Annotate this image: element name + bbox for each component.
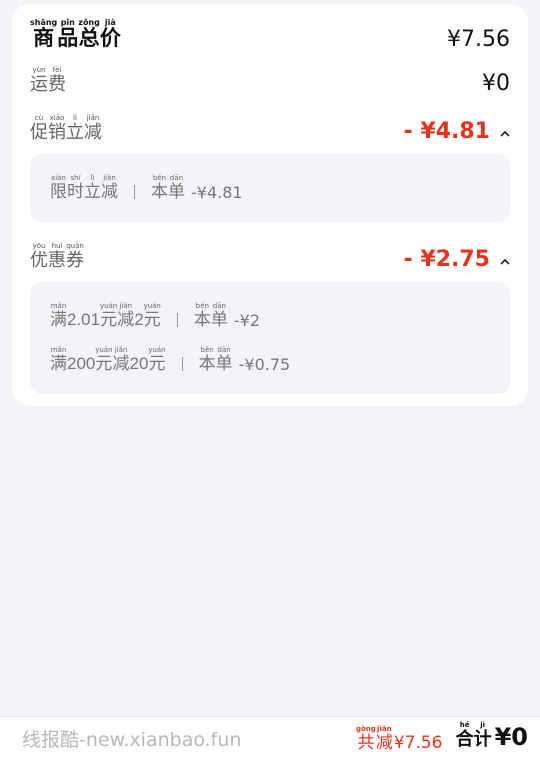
divider [134, 185, 135, 199]
coupon-detail-box: 满mǎn2.01元yuán减jiǎn2元yuán 本běn单dān -¥2 满m… [30, 282, 510, 394]
shipping-row: 运yùn费fèi ¥0 [30, 66, 510, 96]
chevron-up-icon[interactable] [500, 257, 510, 267]
coupon-value: - ¥2.75 [403, 247, 490, 272]
coupon-label: 优yōu惠huì券quàn [30, 242, 84, 270]
chevron-up-icon[interactable] [500, 129, 510, 139]
total-discount: 共gòng减jiǎn ¥7.56 [356, 725, 443, 753]
coupon-detail-scope: 本běn单dān [198, 346, 233, 373]
promo-value-group[interactable]: - ¥4.81 [404, 119, 510, 144]
goods-total-value: ¥7.56 [447, 27, 510, 52]
coupon-detail-name: 满mǎn200元yuán减jiǎn20元yuán [50, 346, 166, 373]
checkout-footer: 线报酷-new.xianbao.fun 共gòng减jiǎn ¥7.56 合hé… [0, 716, 540, 768]
order-total-label: 合hé计jì [455, 721, 492, 749]
promo-detail-scope: 本běn单dān [151, 174, 185, 201]
watermark-text: 线报酷-new.xianbao.fun [22, 729, 242, 751]
coupon-detail-amount: -¥0.75 [238, 355, 291, 374]
coupon-detail-scope: 本běn单dān [193, 302, 228, 329]
divider [176, 313, 178, 327]
shipping-label: 运yùn费fèi [30, 66, 66, 94]
promo-detail-line: 限xiàn时shí立lì减jiǎn 本běn单dān -¥4.81 [50, 174, 243, 202]
order-total: 合hé计jì ¥0 [456, 721, 528, 751]
promo-value: - ¥4.81 [403, 119, 490, 144]
coupon-detail-line: 满mǎn200元yuán减jiǎn20元yuán 本běn单dān -¥0.75 [50, 346, 290, 374]
total-row: 商shāng品pǐn总zǒng价jià ¥7.56 [30, 18, 510, 52]
discount-label: 共gòng减jiǎn [356, 725, 393, 752]
promo-detail-name: 限xiàn时shí立lì减jiǎn [50, 174, 118, 201]
order-total-value: ¥0 [494, 723, 528, 751]
promo-detail-amount: -¥4.81 [191, 183, 243, 202]
discount-value: ¥7.56 [393, 733, 443, 753]
price-summary-card: 商shāng品pǐn总zǒng价jià ¥7.56 运yùn费fèi ¥0 促c… [12, 4, 528, 406]
coupon-detail-amount: -¥2 [233, 311, 261, 330]
shipping-value: ¥0 [482, 71, 510, 96]
coupon-row[interactable]: 优yōu惠huì券quàn - ¥2.75 [30, 242, 510, 272]
coupon-detail-name: 满mǎn2.01元yuán减jiǎn2元yuán [50, 302, 161, 329]
divider [181, 357, 183, 371]
coupon-value-group[interactable]: - ¥2.75 [404, 247, 510, 272]
promo-row[interactable]: 促cù销xiāo立lì减jiǎn - ¥4.81 [30, 114, 510, 144]
promo-label: 促cù销xiāo立lì减jiǎn [30, 114, 102, 142]
promo-detail-box: 限xiàn时shí立lì减jiǎn 本běn单dān -¥4.81 [30, 154, 510, 222]
coupon-detail-line: 满mǎn2.01元yuán减jiǎn2元yuán 本běn单dān -¥2 [50, 302, 260, 330]
goods-total-label: 商shāng品pǐn总zǒng价jià [30, 18, 121, 50]
